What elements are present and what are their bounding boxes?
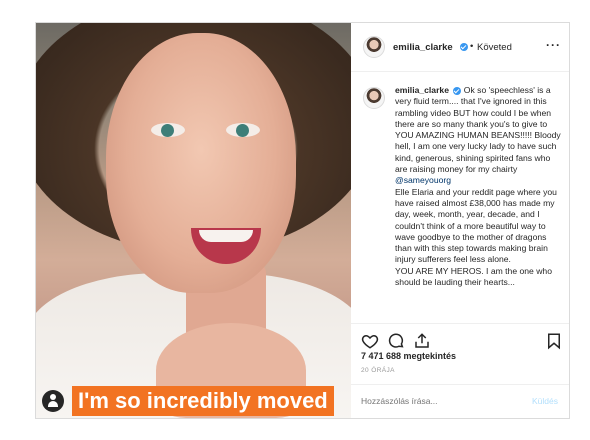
action-bar <box>351 323 569 353</box>
add-comment-bar: Küldés <box>351 384 569 418</box>
share-icon[interactable] <box>413 332 431 350</box>
video-caption: I'm so incredibly moved <box>72 386 334 416</box>
post-timestamp[interactable]: 20 ÓRÁJA <box>361 367 395 374</box>
verified-icon <box>460 43 468 51</box>
view-count[interactable]: 7 471 688 megtekintés <box>361 351 456 361</box>
follow-status-button[interactable]: Követed <box>477 42 512 53</box>
video-frame-eye <box>226 123 260 137</box>
avatar[interactable] <box>363 36 385 58</box>
video-frame-eye <box>151 123 185 137</box>
header-username[interactable]: emilia_clarke <box>393 42 453 53</box>
comment-body-1: Ok so 'speechless' is a very fluid term.… <box>395 85 561 175</box>
comment-input[interactable] <box>361 396 501 406</box>
post-sidebar: emilia_clarke • Követed ··· emilia_clark… <box>351 23 569 418</box>
comment-body-2: Elle Elaria and your reddit page where y… <box>395 186 557 265</box>
comment-username[interactable]: emilia_clarke <box>395 85 449 95</box>
user-tag-icon[interactable] <box>42 390 64 412</box>
caption-comment: emilia_clarke Ok so 'speechless' is a ve… <box>351 73 569 318</box>
verified-icon <box>453 86 462 95</box>
more-horizontal-icon[interactable]: ··· <box>546 38 561 52</box>
heart-icon[interactable] <box>361 332 379 350</box>
comment-icon[interactable] <box>387 332 405 350</box>
post-header: emilia_clarke • Követed ··· <box>351 23 569 72</box>
comment-body-3: YOU ARE MY HEROS. I am the one who shoul… <box>395 265 552 288</box>
comment-text: emilia_clarke Ok so 'speechless' is a ve… <box>395 85 561 288</box>
bookmark-icon[interactable] <box>545 332 563 350</box>
post-container: I'm so incredibly moved emilia_clarke • … <box>35 22 570 419</box>
separator-dot: • <box>470 41 474 52</box>
avatar[interactable] <box>363 87 385 109</box>
post-video[interactable]: I'm so incredibly moved <box>36 23 351 418</box>
mention-link[interactable]: @sameyouorg <box>395 175 451 185</box>
post-comment-button[interactable]: Küldés <box>532 396 558 406</box>
